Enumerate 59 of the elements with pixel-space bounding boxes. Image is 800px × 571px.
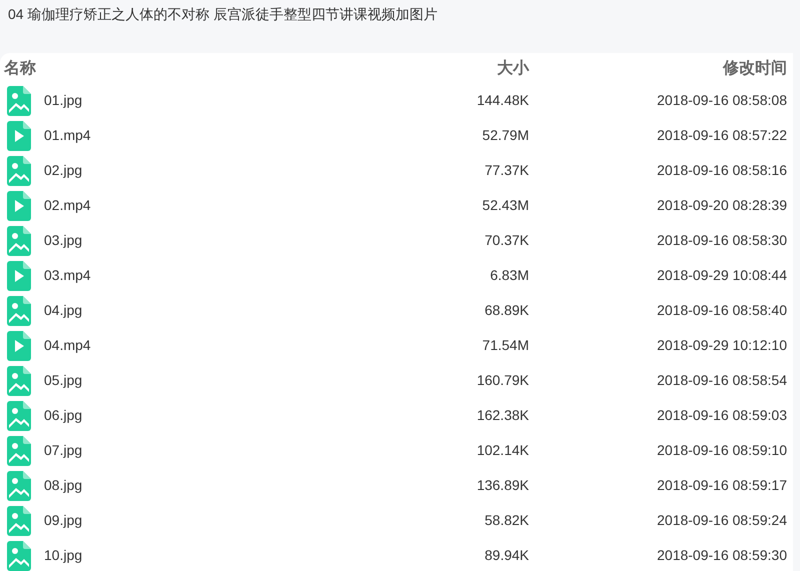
modified-time: 2018-09-16 08:58:16 xyxy=(657,161,787,180)
modified-time: 2018-09-16 08:59:17 xyxy=(657,476,787,495)
file-name[interactable]: 04.jpg xyxy=(44,300,82,321)
file-name[interactable]: 03.jpg xyxy=(44,230,82,251)
file-size: 160.79K xyxy=(476,371,529,390)
file-name[interactable]: 06.jpg xyxy=(44,405,82,426)
modified-time: 2018-09-16 08:59:03 xyxy=(657,406,787,425)
modified-time: 2018-09-16 08:58:54 xyxy=(657,371,787,390)
file-size: 162.38K xyxy=(476,406,529,425)
folder-title: 04 瑜伽理疗矫正之人体的不对称 辰宫派徒手整型四节讲课视频加图片 xyxy=(8,5,438,24)
video-file-icon xyxy=(7,120,31,150)
file-name[interactable]: 09.jpg xyxy=(44,510,82,531)
file-size: 52.43M xyxy=(482,196,529,215)
image-file-icon xyxy=(7,506,31,536)
image-file-icon xyxy=(7,400,31,430)
file-name[interactable]: 02.mp4 xyxy=(44,195,91,216)
video-file-icon xyxy=(7,260,31,290)
modified-time: 2018-09-16 08:57:22 xyxy=(657,126,787,145)
file-size: 6.83M xyxy=(490,266,529,285)
file-name[interactable]: 07.jpg xyxy=(44,440,82,461)
modified-time: 2018-09-16 08:58:40 xyxy=(657,301,787,320)
file-size: 70.37K xyxy=(484,231,529,250)
image-file-icon xyxy=(7,156,31,186)
image-file-icon xyxy=(7,296,31,326)
file-size: 77.37K xyxy=(484,161,529,180)
file-size: 136.89K xyxy=(476,476,529,495)
column-header[interactable]: 大小 xyxy=(497,56,529,80)
file-name[interactable]: 02.jpg xyxy=(44,160,82,181)
column-header[interactable]: 修改时间 xyxy=(723,56,787,80)
file-name[interactable]: 08.jpg xyxy=(44,475,82,496)
image-file-icon xyxy=(7,470,31,500)
file-name[interactable]: 10.jpg xyxy=(44,545,82,566)
file-size: 71.54M xyxy=(482,336,529,355)
image-file-icon xyxy=(7,436,31,466)
file-size: 89.94K xyxy=(484,546,529,565)
file-size: 144.48K xyxy=(476,91,529,110)
modified-time: 2018-09-16 08:59:10 xyxy=(657,441,787,460)
modified-time: 2018-09-16 08:58:30 xyxy=(657,231,787,250)
modified-time: 2018-09-16 08:58:08 xyxy=(657,91,787,110)
column-header[interactable]: 名称 xyxy=(4,56,36,80)
modified-time: 2018-09-29 10:08:44 xyxy=(657,266,787,285)
image-file-icon xyxy=(7,366,31,396)
file-name[interactable]: 01.jpg xyxy=(44,90,82,111)
file-size: 58.82K xyxy=(484,511,529,530)
modified-time: 2018-09-16 08:59:30 xyxy=(657,546,787,565)
file-name[interactable]: 01.mp4 xyxy=(44,125,91,146)
image-file-icon xyxy=(7,226,31,256)
image-file-icon xyxy=(7,86,31,116)
video-file-icon xyxy=(7,330,31,360)
file-name[interactable]: 05.jpg xyxy=(44,370,82,391)
file-size: 68.89K xyxy=(484,301,529,320)
modified-time: 2018-09-16 08:59:24 xyxy=(657,511,787,530)
file-name[interactable]: 03.mp4 xyxy=(44,265,91,286)
file-size: 102.14K xyxy=(476,441,529,460)
video-file-icon xyxy=(7,190,31,220)
file-size: 52.79M xyxy=(482,126,529,145)
file-name[interactable]: 04.mp4 xyxy=(44,335,91,356)
modified-time: 2018-09-29 10:12:10 xyxy=(657,336,787,355)
modified-time: 2018-09-20 08:28:39 xyxy=(657,196,787,215)
